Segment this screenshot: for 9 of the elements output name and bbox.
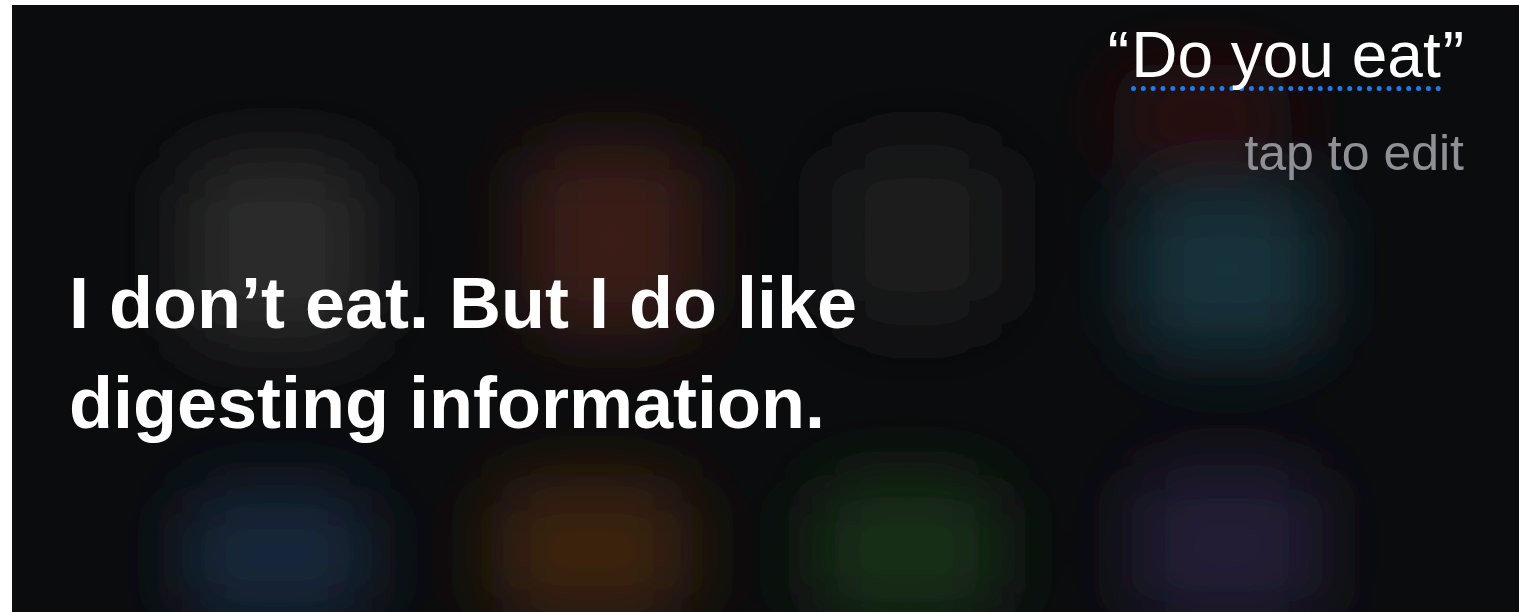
blurred-app-icon	[492, 475, 692, 612]
answer-text: I don’t eat. But I do like digesting information.	[69, 262, 859, 445]
blurred-app-icon	[182, 485, 372, 612]
edit-hint[interactable]: tap to edit	[1244, 123, 1464, 183]
quote-mark: “	[1107, 18, 1130, 93]
blurred-app-icon	[812, 475, 1002, 612]
quote-mark: ”	[1442, 18, 1464, 93]
blurred-app-icon	[1132, 465, 1322, 612]
query-text[interactable]: Do you eat	[1131, 24, 1441, 91]
